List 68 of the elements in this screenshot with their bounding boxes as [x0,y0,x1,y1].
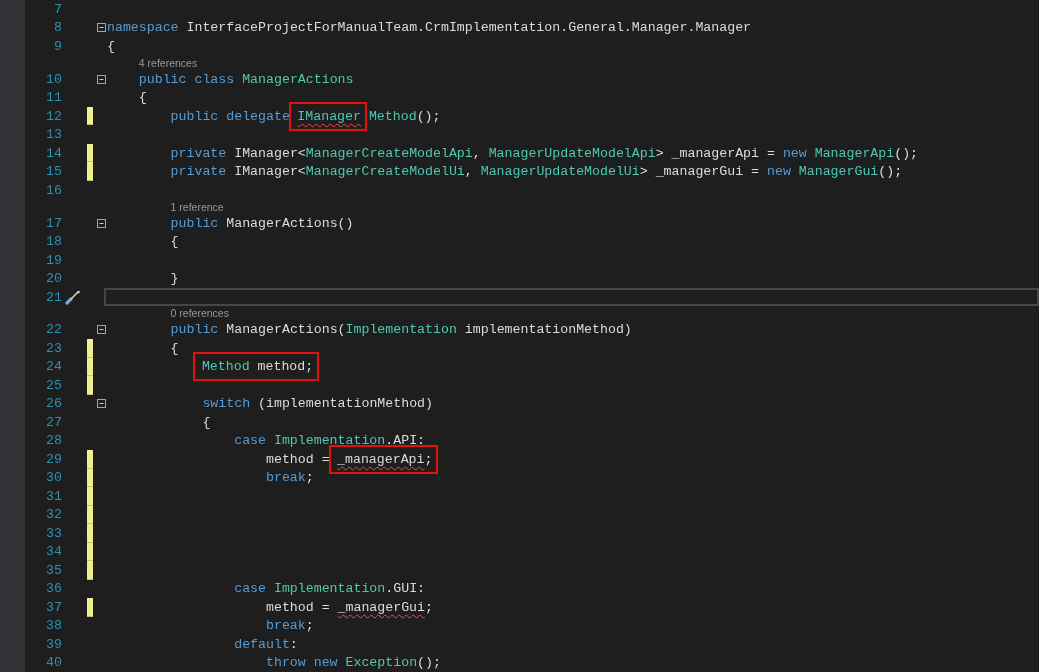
line-number: 35 [45,562,63,578]
line-number: 30 [45,470,63,486]
code-text: break; [266,618,314,634]
collapse-icon[interactable] [97,23,106,33]
code-text: public ManagerActions() [170,215,354,231]
line-number: 17 [45,215,63,231]
line-number: 33 [45,525,63,541]
line-number: 21 [45,289,63,305]
code-text: { [138,90,147,106]
line-number: 36 [45,581,63,597]
code-text: public delegate [170,108,291,124]
line-number: 7 [53,1,63,17]
code-text: public ManagerActions(Implementation implementationMethod) [170,322,632,338]
line-number: 26 [45,396,63,412]
code-text: method = _managerGui; [266,599,433,615]
code-text: throw new Exception(); [266,655,441,671]
line-number: 29 [45,451,63,467]
line-number: 32 [45,507,63,523]
code-text: private IManager<ManagerCreateModelApi, ManagerUpdateModelApi> _managerApi = new ManagerApi(); [170,145,919,161]
code-text: public class ManagerActions [138,71,354,87]
line-number: 23 [45,340,63,356]
screwdriver-icon[interactable] [65,289,81,306]
collapse-icon[interactable] [97,325,106,335]
line-number: 34 [45,544,63,560]
line-number: 18 [45,234,63,250]
line-number: 37 [45,599,63,615]
line-number: 24 [45,359,63,375]
code-text: { [107,38,115,54]
code-text: Method(); [367,108,441,124]
line-number: 12 [45,108,63,124]
code-text: namespace InterfaceProjectForManualTeam.CrmImplementation.General.Manager.Manager [107,20,752,36]
line-number: 40 [45,655,63,671]
line-number: 11 [45,90,63,106]
code-text: method = [266,451,331,467]
line-number: 16 [45,182,63,198]
line-number: 39 [45,636,63,652]
collapse-icon[interactable] [97,218,106,228]
line-number: 15 [45,164,63,180]
line-number: 9 [53,38,63,54]
code-text: { [202,414,211,430]
code-text: default: [234,636,298,652]
line-number: 22 [45,322,63,338]
line-number: 27 [45,414,63,430]
line-number: 8 [53,20,63,36]
code-lens-link[interactable]: 1 reference [170,200,224,213]
line-number: 28 [45,433,63,449]
code-text: switch (implementationMethod) [202,396,433,412]
collapse-icon[interactable] [97,74,106,84]
line-number: 25 [45,377,63,393]
code-text: { [170,340,179,356]
line-number: 14 [45,145,63,161]
line-number: 38 [45,618,63,634]
code-text: { [170,234,179,250]
code-text: case Implementation.GUI: [234,581,426,597]
code-text: } [170,271,179,287]
code-lens-link[interactable]: 0 references [170,307,229,320]
collapse-icon[interactable] [97,399,106,409]
code-text: break; [266,470,314,486]
line-number: 19 [45,252,63,268]
highlighted-code: Method method; [193,352,320,382]
highlighted-code: IManager [288,101,367,131]
line-number: 20 [45,271,63,287]
code-text: private IManager<ManagerCreateModelUi, ManagerUpdateModelUi> _managerGui = new ManagerGui(); [170,164,903,180]
highlighted-code: _managerApi; [328,444,439,474]
line-number: 31 [45,488,63,504]
code-lens-link[interactable]: 4 references [138,56,198,69]
line-number: 10 [45,71,63,87]
line-number: 13 [45,127,63,143]
